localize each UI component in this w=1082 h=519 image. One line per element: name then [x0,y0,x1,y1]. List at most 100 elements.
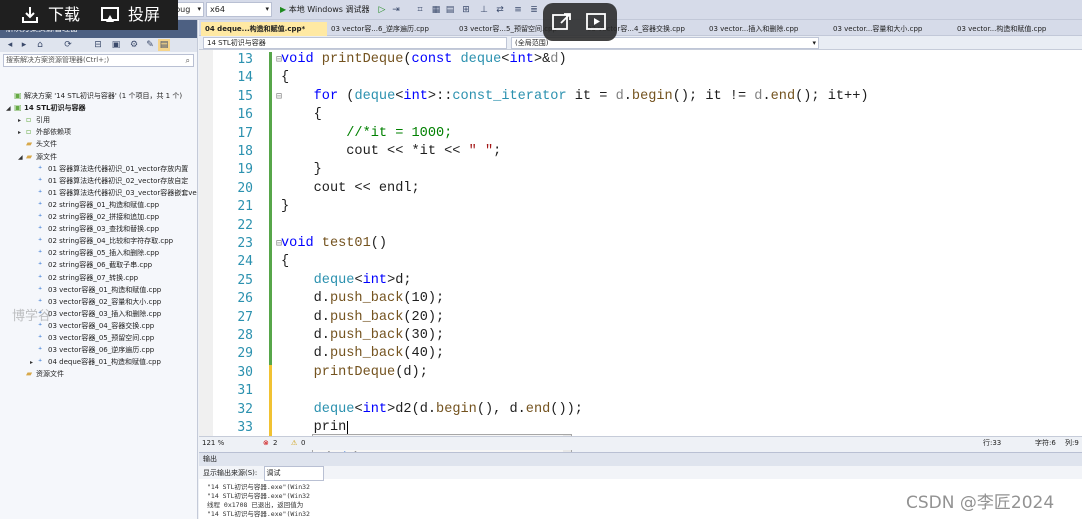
editor-tab-label: 03 vector...构造和赋值.cpp [957,25,1047,33]
code-line[interactable]: void printDeque(const deque<int>&d) [281,52,567,67]
line-number: 29 [237,346,253,362]
code-token: d. [281,328,330,343]
tree-item[interactable]: ⁺ 01 容器算法迭代器初识_02_vector存放自定 [0,175,197,187]
properties-icon[interactable]: ⚙ [128,39,140,51]
tree-item[interactable]: ⁺ 03 vector容器_05_预留空间.cpp [0,332,197,344]
change-marker [269,328,272,347]
tree-item[interactable]: ⁺ 01 容器算法迭代器初识_03_vector容器嵌套vect [0,187,197,199]
tree-item[interactable]: ⁺ 03 vector容器_06_逆序遍历.cpp [0,344,197,356]
wrench-icon[interactable]: ✎ [144,39,156,51]
download-icon[interactable] [20,5,40,25]
collapse-arrow-icon[interactable]: ◢ [6,103,14,114]
tree-item[interactable]: ▰ 头文件 [0,138,197,150]
code-line[interactable]: prin [281,420,347,435]
code-editor[interactable]: 13 ⊟ void printDeque(const deque<int>&d) 14… [199,50,1082,436]
back-icon[interactable]: ◂ [4,39,16,51]
code-line[interactable]: { [281,254,289,269]
editor-tab[interactable]: 03 vector...容量和大小.cpp [829,22,953,36]
editor-tab[interactable]: 03 vector...插入和删除.cpp [705,22,829,36]
tree-item[interactable]: ⁺ 02 string容器_05_插入和删除.cpp [0,247,197,259]
code-line[interactable]: d.push_back(30); [281,328,445,343]
change-marker [269,346,272,365]
start-debugging-button[interactable]: ▶ 本地 Windows 调试器 ▾ [280,3,375,28]
code-line[interactable]: cout << *it << " "; [281,144,501,159]
tree-item[interactable]: ▸ ▫ 引用 [0,114,197,126]
solution-search-input[interactable]: 搜索解决方案资源管理器(Ctrl+;) ⌕ [3,54,194,67]
code-token: int [403,88,428,104]
tree-item[interactable]: ▸ ▫ 外部依赖项 [0,126,197,138]
step-icon[interactable]: ⇥ [390,4,402,16]
tree-item[interactable]: ⁺ 02 string容器_02_拼接和追加.cpp [0,211,197,223]
tree-item[interactable]: ⁺ 02 string容器_01_构造和赋值.cpp [0,199,197,211]
code-line[interactable]: } [281,199,289,214]
tree-item-label: 解决方案 '14 STL初识与容器' (1 个项目，共 1 个) [24,92,183,100]
collapse-icon[interactable]: ⊟ [92,39,104,51]
output-source-select[interactable]: 调试 [263,466,324,481]
tree-item[interactable]: ▸ ⁺ 04 deque容器_01_构造和赋值.cpp [0,356,197,368]
code-line[interactable]: } [281,162,322,177]
collapse-arrow-icon[interactable]: ◢ [18,152,26,163]
code-line[interactable]: printDeque(d); [281,365,428,380]
expand-arrow-icon[interactable]: ▸ [18,127,26,138]
tool-icon[interactable]: ⇄ [494,4,506,16]
tool-icon[interactable]: ▤ [444,4,456,16]
tool-icon[interactable]: ⊥ [478,4,490,16]
code-line[interactable]: deque<int>d; [281,273,412,288]
code-token: int [362,272,388,288]
scope-select[interactable]: 14 STL初识与容器 [203,37,507,49]
code-line[interactable]: d.push_back(20); [281,310,445,325]
uncomment-icon[interactable]: ≣ [528,4,540,16]
tree-item[interactable]: ▰ 资源文件 [0,368,197,380]
tool-icon[interactable]: ⊞ [460,4,472,16]
tree-item[interactable]: ⁺ 02 string容器_07_转换.cpp [0,272,197,284]
tree-item[interactable]: ⁺ 02 string容器_03_查找和替换.cpp [0,223,197,235]
download-button[interactable]: 下载 [48,4,80,26]
code-line[interactable]: //*it = 1000; [281,126,452,141]
tree-item[interactable]: ▣ 解决方案 '14 STL初识与容器' (1 个项目，共 1 个) [0,90,197,102]
search-icon: ⌕ [185,56,190,65]
comment-icon[interactable]: ≡ [512,4,524,16]
tree-item[interactable]: ⁺ 03 vector容器_01_构造和赋值.cpp [0,284,197,296]
tool-icon[interactable]: ▦ [430,4,442,16]
code-line[interactable]: void test01() [281,236,387,251]
tree-item[interactable]: ⁺ 01 容器算法迭代器初识_01_vector存放内置 [0,163,197,175]
run-without-debug-icon[interactable]: ▷ [376,4,388,16]
member-value: (全局范围) [515,39,549,47]
forward-icon[interactable]: ▸ [18,39,30,51]
line-number: 22 [237,217,253,233]
code-line[interactable]: { [281,70,289,85]
expand-arrow-icon[interactable]: ▸ [30,357,38,368]
code-line[interactable]: d.push_back(40); [281,346,445,361]
error-count[interactable]: 2 [273,437,277,450]
line-number: 14 [237,70,253,86]
tree-item[interactable]: ◢ ▰ 源文件 [0,151,197,163]
show-all-icon[interactable]: ▣ [110,39,122,51]
tree-item[interactable]: ◢ ▣ 14 STL初识与容器 [0,102,197,114]
sync-icon[interactable]: ⟳ [62,39,74,51]
exit-fullscreen-icon[interactable] [551,11,573,33]
code-line[interactable]: d.push_back(10); [281,291,445,306]
editor-tab[interactable]: 03 vector...构造和赋值.cpp [953,22,1063,36]
code-token: printDeque [321,52,404,67]
tool-icon[interactable]: ⌗ [414,4,426,16]
picture-in-picture-icon[interactable] [585,11,609,33]
video-overlay-bar: 下载 投屏 [0,0,178,30]
expand-arrow-icon[interactable]: ▸ [18,115,26,126]
code-line[interactable]: deque<int>d2(d.begin(), d.end()); [281,402,583,417]
home-icon[interactable]: ⌂ [34,39,46,51]
cast-icon[interactable] [100,5,120,25]
tree-item[interactable]: ⁺ 02 string容器_06_截取子串.cpp [0,259,197,271]
line-number: 32 [237,401,253,417]
platform-select[interactable]: x64 ▾ [206,2,272,17]
code-line[interactable]: cout << endl; [281,181,420,196]
warning-count[interactable]: 0 [301,437,305,450]
code-token: { [281,107,322,123]
editor-tab[interactable]: 04 deque...构造和赋值.cpp* [201,22,327,36]
code-line[interactable]: { [281,107,322,122]
zoom-level[interactable]: 121 % [202,437,224,450]
cast-button[interactable]: 投屏 [128,4,160,26]
code-line[interactable]: for (deque<int>::const_iterator it = d.b… [281,89,869,104]
tree-item[interactable]: ⁺ 02 string容器_04_比较和字符存取.cpp [0,235,197,247]
editor-tab[interactable]: 03 vector容...6_逆序遍历.cpp [327,22,455,36]
preview-icon[interactable]: ▤ [158,39,170,51]
